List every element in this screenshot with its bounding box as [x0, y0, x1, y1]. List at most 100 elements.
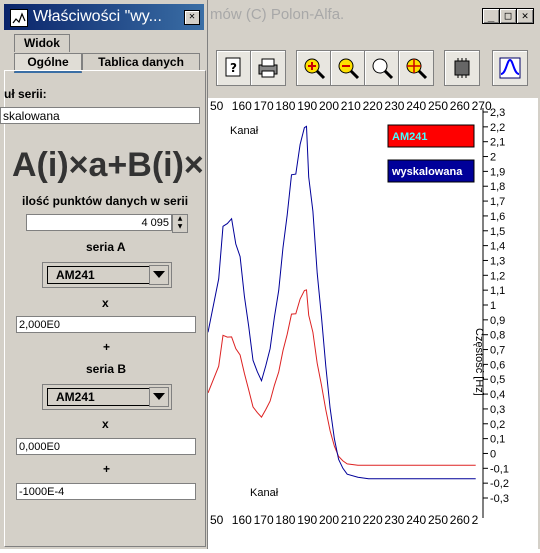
help-button[interactable]: ?: [216, 50, 252, 86]
x-tick-label-top: 250: [428, 99, 448, 113]
chart-icon: [499, 57, 521, 79]
x-tick-label-bottom: 240: [406, 513, 426, 527]
y-axis-label: Częstość [Hz]: [473, 328, 485, 396]
x-tick-label-bottom: 220: [363, 513, 383, 527]
series-b-select[interactable]: AM241: [42, 384, 172, 410]
minimize-button[interactable]: _: [482, 8, 500, 24]
y-tick-label: 2,2: [490, 122, 505, 134]
x-tick-label-top: 210: [341, 99, 361, 113]
series-a-select[interactable]: AM241: [42, 262, 172, 288]
svg-text:?: ?: [230, 61, 237, 75]
offset-c-field[interactable]: -1000E-4: [16, 483, 196, 500]
pan-icon: [406, 58, 428, 80]
legend-label: wyskalowana: [391, 166, 463, 178]
y-tick-label: 0,1: [490, 434, 505, 446]
y-tick-label: 2,3: [490, 107, 505, 119]
y-tick-label: 0,7: [490, 345, 505, 357]
y-tick-label: 1,6: [490, 211, 505, 223]
print-button[interactable]: [250, 50, 286, 86]
coef-b-field[interactable]: 0,000E0: [16, 438, 196, 455]
x-tick-label-bottom: 170: [254, 513, 274, 527]
zoom-in-button[interactable]: [296, 50, 332, 86]
x-tick-label-top: 190: [297, 99, 317, 113]
x-tick-label-bottom: 190: [297, 513, 317, 527]
x-tick-label-bottom: 200: [319, 513, 339, 527]
y-tick-label: 0,9: [490, 315, 505, 327]
y-tick-label: 0,5: [490, 374, 505, 386]
coef-a-field[interactable]: 2,000E0: [16, 316, 196, 333]
zoom-out-button[interactable]: [330, 50, 366, 86]
y-tick-label: 1,5: [490, 226, 505, 238]
tab-widok[interactable]: Widok: [14, 34, 70, 52]
x-tick-label-top: 260: [450, 99, 470, 113]
maximize-button[interactable]: □: [499, 8, 517, 24]
times-a-label: x: [102, 296, 109, 310]
dialog-title: Właściwości "wy...: [33, 8, 162, 25]
y-tick-label: 0,8: [490, 330, 505, 342]
chart-button[interactable]: [492, 50, 528, 86]
x-tick-label-bottom: 210: [341, 513, 361, 527]
x-tick-label-top: 220: [363, 99, 383, 113]
x-tick-label-top: 230: [384, 99, 404, 113]
chevron-down-icon: [153, 393, 165, 400]
y-tick-label: 1,9: [490, 166, 505, 178]
x-tick-label-bottom: 50: [210, 513, 224, 527]
chevron-down-icon: [153, 271, 165, 278]
series-name-field[interactable]: skalowana: [0, 107, 200, 124]
tab-tablica-danych[interactable]: Tablica danych: [82, 53, 200, 71]
y-tick-label: 2: [490, 152, 496, 164]
y-tick-label: 0,4: [490, 389, 505, 401]
series-b-dropdown-button[interactable]: [149, 387, 169, 407]
x-tick-label-top: 160: [232, 99, 252, 113]
dialog-close-button[interactable]: ✕: [184, 10, 200, 25]
points-count-label: ilość punktów danych w serii: [22, 194, 189, 208]
x-tick-label-top: 240: [406, 99, 426, 113]
series-a-dropdown-button[interactable]: [149, 265, 169, 285]
series-a-label: seria A: [86, 240, 126, 254]
dialog-titlebar[interactable]: Właściwości "wy... ✕: [4, 4, 204, 30]
printer-icon: [258, 58, 278, 78]
close-button[interactable]: ✕: [516, 8, 534, 24]
y-tick-label: 1,1: [490, 285, 505, 297]
properties-dialog: Właściwości "wy... ✕ Widok Ogólne Tablic…: [0, 0, 208, 549]
legend-label: AM241: [392, 131, 427, 143]
y-tick-label: 0,2: [490, 419, 505, 431]
series-b-value: AM241: [47, 388, 157, 406]
x-tick-label-top: 270: [472, 99, 492, 113]
x-tick-label-top: 170: [254, 99, 274, 113]
x-tick-label-bottom: 180: [275, 513, 295, 527]
chip-button[interactable]: [444, 50, 480, 86]
plus-1-label: +: [103, 340, 111, 354]
x-tick-label-bottom: 250: [428, 513, 448, 527]
y-tick-label: 1,4: [490, 241, 505, 253]
series-b-label: seria B: [86, 362, 127, 376]
plus-2-label: +: [103, 462, 111, 476]
zoom-out-icon: [338, 58, 360, 80]
zoom-fit-icon: [372, 58, 394, 80]
formula-display: A(i)×a+B(i)×: [12, 146, 204, 184]
chart-area: 50 160 170 180 190 200 210 220 230 240 250 260 270 50…: [207, 98, 538, 549]
y-tick-label: -0,1: [490, 463, 509, 475]
x-tick-label-top: 50: [210, 99, 224, 113]
series-line-am241: [207, 289, 476, 466]
zoom-in-icon: [304, 58, 326, 80]
y-tick-label: 1,7: [490, 196, 505, 208]
x-tick-label-bottom: 2: [472, 513, 479, 527]
x-tick-label-top: 200: [319, 99, 339, 113]
y-tick-label: 1,2: [490, 270, 505, 282]
spectrum-chart: 50 160 170 180 190 200 210 220 230 240 250 260 27050…: [207, 98, 509, 527]
zoom-fit-button[interactable]: [364, 50, 400, 86]
x-tick-label-bottom: 230: [384, 513, 404, 527]
main-title: mów (C) Polon-Alfa.: [210, 6, 345, 23]
x-axis-label-top: Kanał: [230, 125, 259, 137]
points-count-input[interactable]: 4 095: [26, 214, 172, 231]
pan-button[interactable]: [398, 50, 434, 86]
points-spinner[interactable]: ▲ ▼: [172, 214, 188, 233]
y-tick-label: 0: [490, 448, 496, 460]
x-axis-label-bottom: Kanał: [250, 487, 279, 499]
y-tick-label: 1,3: [490, 255, 505, 267]
document-help-icon: ?: [225, 57, 241, 77]
y-tick-label: 2,1: [490, 137, 505, 149]
y-tick-label: 1: [490, 300, 496, 312]
y-tick-label: 0,3: [490, 404, 505, 416]
